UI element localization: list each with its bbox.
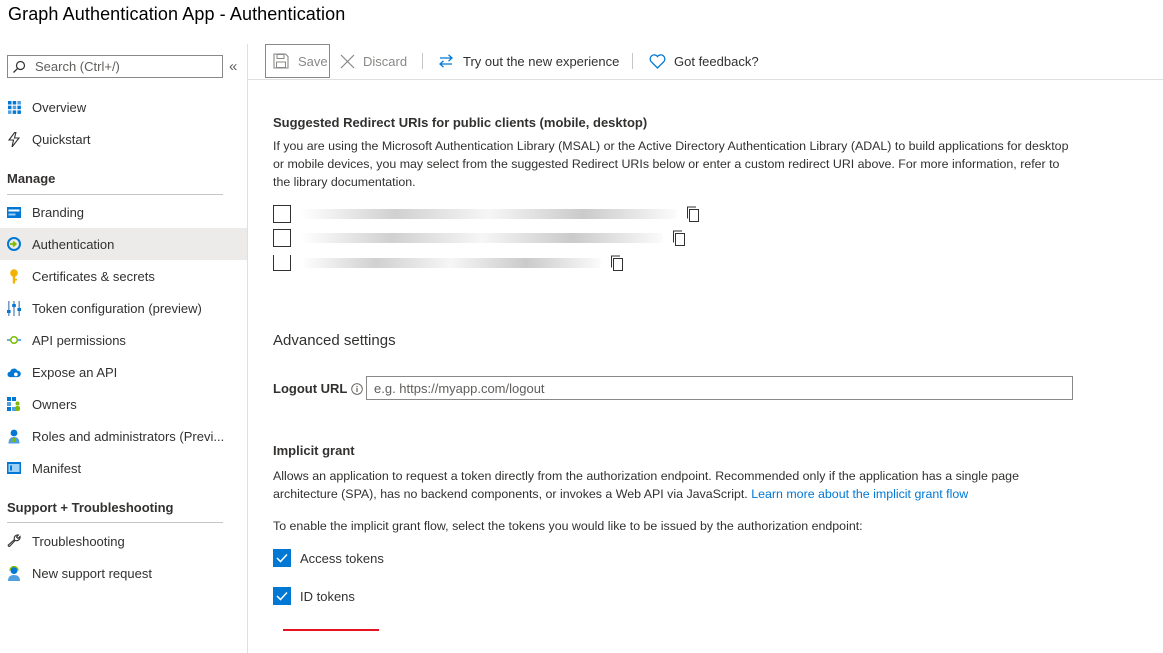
toolbar-divider xyxy=(632,53,633,69)
sidebar-item-label: Roles and administrators (Previ... xyxy=(32,428,225,444)
copy-icon[interactable] xyxy=(609,255,625,271)
redirect-uri-row xyxy=(273,229,687,247)
sidebar-item-troubleshooting[interactable]: Troubleshooting xyxy=(0,525,247,557)
advanced-settings-title: Advanced settings xyxy=(273,332,396,349)
logout-url-input[interactable] xyxy=(366,376,1073,400)
command-bar: Save Discard Try out the new experience … xyxy=(248,44,1163,80)
lightning-icon xyxy=(7,131,21,147)
implicit-grant-instruction: To enable the implicit grant flow, selec… xyxy=(273,519,863,533)
copy-icon[interactable] xyxy=(671,230,687,246)
sidebar-item-manifest[interactable]: Manifest xyxy=(0,452,247,484)
sidebar-item-certificates[interactable]: Certificates & secrets xyxy=(0,260,247,292)
owners-icon xyxy=(7,397,21,411)
try-new-experience-button[interactable]: Try out the new experience xyxy=(438,44,619,78)
sidebar-item-label: Owners xyxy=(32,396,77,412)
sidebar-item-label: Branding xyxy=(32,204,85,220)
redirect-uri-row xyxy=(273,205,701,223)
access-tokens-checkbox[interactable] xyxy=(273,549,291,567)
id-tokens-option[interactable]: ID tokens xyxy=(273,587,355,605)
access-tokens-option[interactable]: Access tokens xyxy=(273,549,384,567)
redirect-uri-checkbox[interactable] xyxy=(273,255,291,271)
sidebar-item-authentication[interactable]: Authentication xyxy=(0,228,247,260)
sidebar-item-roles-administrators[interactable]: Roles and administrators (Previ... xyxy=(0,420,247,452)
save-button[interactable]: Save xyxy=(265,44,330,78)
sidebar: « Overview Quickstart Manage Branding Au… xyxy=(0,44,248,653)
redacted-uri xyxy=(301,209,677,219)
cloud-icon xyxy=(7,365,21,379)
token-config-icon xyxy=(7,300,21,316)
redirect-uri-checkbox[interactable] xyxy=(273,229,291,247)
redirect-uri-row xyxy=(273,255,625,271)
switch-arrows-icon xyxy=(439,54,453,68)
overview-grid-icon xyxy=(7,100,21,114)
section-support-title: Support + Troubleshooting xyxy=(7,500,174,515)
sidebar-item-owners[interactable]: Owners xyxy=(0,388,247,420)
sidebar-search-box[interactable] xyxy=(7,55,223,78)
sidebar-item-label: Overview xyxy=(32,99,87,115)
sidebar-item-api-permissions[interactable]: API permissions xyxy=(0,324,247,356)
implicit-grant-title: Implicit grant xyxy=(273,443,355,458)
roles-icon xyxy=(7,429,21,443)
sidebar-item-label: Troubleshooting xyxy=(32,533,125,549)
save-label: Save xyxy=(298,53,328,69)
divider xyxy=(7,194,223,195)
search-icon xyxy=(13,60,26,73)
section-manage-title: Manage xyxy=(7,171,56,186)
sidebar-item-token-configuration[interactable]: Token configuration (preview) xyxy=(0,292,247,324)
divider xyxy=(7,522,223,523)
implicit-grant-learn-more-link[interactable]: Learn more about the implicit grant flow xyxy=(751,487,968,501)
redirect-uri-checkbox[interactable] xyxy=(273,205,291,223)
sidebar-item-label: Expose an API xyxy=(32,364,118,380)
sidebar-item-quickstart[interactable]: Quickstart xyxy=(0,123,247,155)
search-input[interactable] xyxy=(35,59,215,74)
wrench-icon xyxy=(7,534,21,548)
id-tokens-checkbox[interactable] xyxy=(273,587,291,605)
sidebar-item-label: Certificates & secrets xyxy=(32,268,155,284)
toolbar-divider xyxy=(422,53,423,69)
checkmark-icon xyxy=(276,591,288,601)
sidebar-item-label: Manifest xyxy=(32,460,82,476)
sidebar-item-label: New support request xyxy=(32,565,152,581)
sidebar-item-label: Quickstart xyxy=(32,131,91,147)
try-new-experience-label: Try out the new experience xyxy=(463,53,620,69)
sidebar-item-label: API permissions xyxy=(32,332,126,348)
copy-icon[interactable] xyxy=(685,206,701,222)
heart-icon xyxy=(649,53,666,69)
redirect-uris-description: If you are using the Microsoft Authentic… xyxy=(273,139,1069,189)
authentication-icon xyxy=(7,237,21,251)
access-tokens-label: Access tokens xyxy=(300,550,384,566)
manifest-icon xyxy=(7,461,21,475)
close-icon xyxy=(340,54,355,68)
feedback-button[interactable]: Got feedback? xyxy=(649,44,759,78)
save-icon xyxy=(273,53,289,69)
sidebar-item-branding[interactable]: Branding xyxy=(0,196,247,228)
id-tokens-label: ID tokens xyxy=(300,588,355,604)
checkmark-icon xyxy=(276,553,288,563)
key-icon xyxy=(7,268,21,283)
redacted-uri xyxy=(301,233,663,243)
sidebar-item-overview[interactable]: Overview xyxy=(0,91,247,123)
discard-label: Discard xyxy=(363,53,408,69)
page-title: Graph Authentication App - Authenticatio… xyxy=(8,4,346,24)
sidebar-item-label: Token configuration (preview) xyxy=(32,300,202,316)
support-person-icon xyxy=(7,565,21,581)
annotation-underline xyxy=(283,629,379,631)
implicit-grant-description: Allows an application to request a token… xyxy=(273,467,1073,503)
info-icon[interactable] xyxy=(351,383,363,395)
branding-icon xyxy=(7,205,21,219)
api-permissions-icon xyxy=(7,333,21,347)
logout-url-label: Logout URL xyxy=(273,381,348,396)
discard-button[interactable]: Discard xyxy=(340,44,407,78)
sidebar-item-expose-api[interactable]: Expose an API xyxy=(0,356,247,388)
redirect-uris-title: Suggested Redirect URIs for public clien… xyxy=(273,115,648,130)
feedback-label: Got feedback? xyxy=(674,53,759,69)
collapse-sidebar-icon[interactable]: « xyxy=(229,58,237,75)
sidebar-item-label: Authentication xyxy=(32,236,115,252)
sidebar-item-new-support-request[interactable]: New support request xyxy=(0,557,247,589)
redacted-uri xyxy=(301,258,601,268)
